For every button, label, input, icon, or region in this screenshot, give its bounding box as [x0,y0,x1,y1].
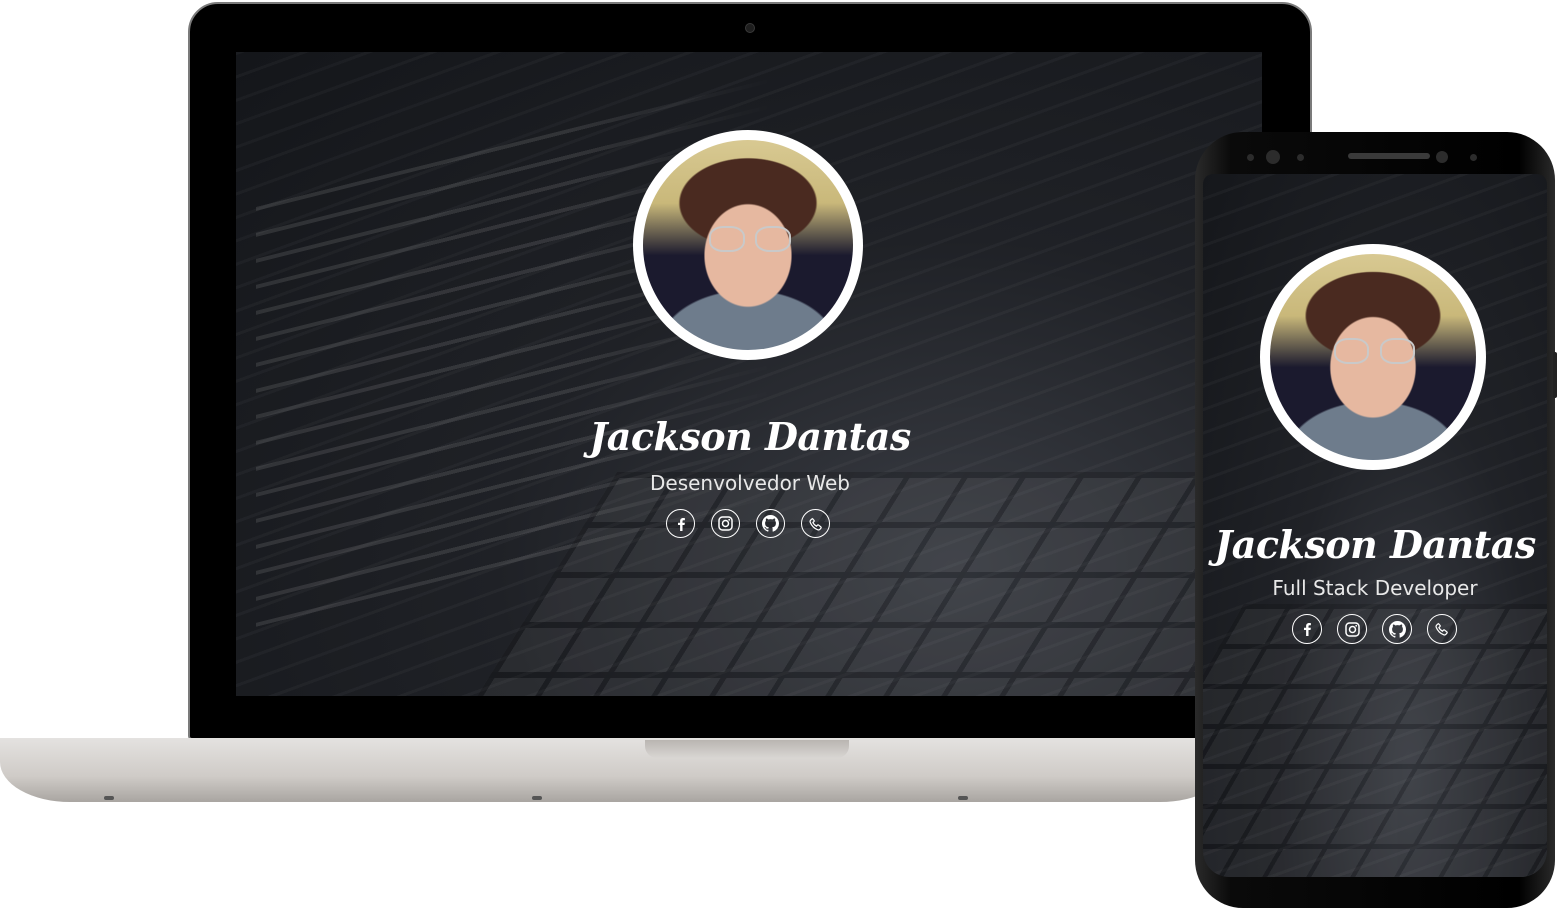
facebook-icon [677,517,685,531]
phone-side-button [1553,352,1557,398]
laptop-base [0,738,1230,802]
laptop-trackpad-notch [645,740,849,758]
laptop-foot [532,796,542,800]
phone-sensor [1247,154,1254,161]
glasses [755,226,791,252]
background-keyboard-image [1203,604,1547,877]
laptop-foot [104,796,114,800]
instagram-icon [1344,621,1360,637]
phone-button[interactable] [801,509,830,538]
instagram-button[interactable] [711,509,740,538]
laptop-camera [745,23,755,33]
github-button[interactable] [1382,614,1412,644]
phone-icon [1435,622,1448,636]
phone-sensor [1297,154,1304,161]
glasses [709,226,745,252]
github-button[interactable] [756,509,785,538]
github-icon [1388,620,1406,638]
glasses [1334,338,1369,364]
profile-role: Desenvolvedor Web [650,471,850,495]
phone-icon [808,517,822,531]
profile-photo [1270,254,1476,460]
phone-sensor [1470,154,1477,161]
facebook-icon [1304,623,1311,636]
social-links [666,509,830,538]
profile-photo [643,140,853,350]
facebook-button[interactable] [666,509,695,538]
phone-sensor [1266,150,1280,164]
profile-name: Jackson Dantas [589,414,911,459]
phone-camera [1436,151,1448,163]
instagram-button[interactable] [1337,614,1367,644]
profile-name: Jackson Dantas [1214,522,1536,567]
social-links [1292,614,1457,644]
github-icon [762,515,779,532]
phone-button[interactable] [1427,614,1457,644]
instagram-icon [718,516,733,531]
glasses [1380,338,1415,364]
laptop-foot [958,796,968,800]
facebook-button[interactable] [1292,614,1322,644]
profile-role: Full Stack Developer [1272,576,1478,600]
phone-speaker [1348,153,1430,159]
